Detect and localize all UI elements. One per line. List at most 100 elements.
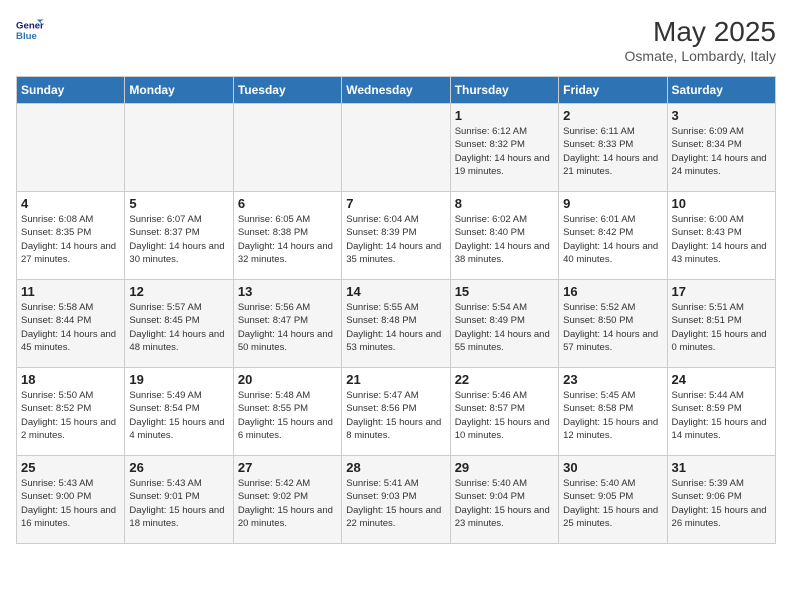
cell-info: Sunrise: 5:47 AM Sunset: 8:56 PM Dayligh…: [346, 389, 445, 442]
calendar-header-row: SundayMondayTuesdayWednesdayThursdayFrid…: [17, 77, 776, 104]
cell-info: Sunrise: 6:11 AM Sunset: 8:33 PM Dayligh…: [563, 125, 662, 178]
calendar-cell: 31Sunrise: 5:39 AM Sunset: 9:06 PM Dayli…: [667, 456, 775, 544]
cell-info: Sunrise: 5:41 AM Sunset: 9:03 PM Dayligh…: [346, 477, 445, 530]
calendar-cell: 9 Sunrise: 6:01 AM Sunset: 8:42 PM Daylig…: [559, 192, 667, 280]
calendar-cell: 12 Sunrise: 5:57 AM Sunset: 8:45 PM Dayli…: [125, 280, 233, 368]
day-number: 25: [21, 460, 120, 475]
location: Osmate, Lombardy, Italy: [625, 48, 776, 64]
day-number: 20: [238, 372, 337, 387]
week-row-4: 25 Sunrise: 5:43 AM Sunset: 9:00 PM Dayli…: [17, 456, 776, 544]
cell-info: Sunrise: 6:07 AM Sunset: 8:37 PM Dayligh…: [129, 213, 228, 266]
calendar-cell: 22Sunrise: 5:46 AM Sunset: 8:57 PM Dayli…: [450, 368, 558, 456]
logo: General Blue: [16, 16, 44, 44]
cell-info: Sunrise: 5:58 AM Sunset: 8:44 PM Dayligh…: [21, 301, 120, 354]
header-sunday: Sunday: [17, 77, 125, 104]
calendar-cell: 30 Sunrise: 5:40 AM Sunset: 9:05 PM Dayli…: [559, 456, 667, 544]
header-monday: Monday: [125, 77, 233, 104]
cell-info: Sunrise: 5:43 AM Sunset: 9:00 PM Dayligh…: [21, 477, 120, 530]
calendar-cell: 5 Sunrise: 6:07 AM Sunset: 8:37 PM Daylig…: [125, 192, 233, 280]
calendar-cell: 24 Sunrise: 5:44 AM Sunset: 8:59 PM Dayli…: [667, 368, 775, 456]
cell-info: Sunrise: 6:08 AM Sunset: 8:35 PM Dayligh…: [21, 213, 120, 266]
calendar-cell: 2 Sunrise: 6:11 AM Sunset: 8:33 PM Daylig…: [559, 104, 667, 192]
calendar-cell: 4 Sunrise: 6:08 AM Sunset: 8:35 PM Daylig…: [17, 192, 125, 280]
day-number: 17: [672, 284, 771, 299]
page-header: General Blue May 2025 Osmate, Lombardy, …: [16, 16, 776, 64]
day-number: 4: [21, 196, 120, 211]
day-number: 29: [455, 460, 554, 475]
day-number: 6: [238, 196, 337, 211]
cell-info: Sunrise: 5:55 AM Sunset: 8:48 PM Dayligh…: [346, 301, 445, 354]
calendar-cell: 10 Sunrise: 6:00 AM Sunset: 8:43 PM Dayli…: [667, 192, 775, 280]
calendar-cell: 26Sunrise: 5:43 AM Sunset: 9:01 PM Dayli…: [125, 456, 233, 544]
cell-info: Sunrise: 5:40 AM Sunset: 9:05 PM Dayligh…: [563, 477, 662, 530]
calendar-cell: 21 Sunrise: 5:47 AM Sunset: 8:56 PM Dayli…: [342, 368, 450, 456]
day-number: 5: [129, 196, 228, 211]
calendar-cell: 17 Sunrise: 5:51 AM Sunset: 8:51 PM Dayli…: [667, 280, 775, 368]
day-number: 21: [346, 372, 445, 387]
day-number: 18: [21, 372, 120, 387]
header-wednesday: Wednesday: [342, 77, 450, 104]
day-number: 14: [346, 284, 445, 299]
calendar-cell: [342, 104, 450, 192]
calendar-cell: 13Sunrise: 5:56 AM Sunset: 8:47 PM Dayli…: [233, 280, 341, 368]
calendar-cell: 1 Sunrise: 6:12 AM Sunset: 8:32 PM Daylig…: [450, 104, 558, 192]
cell-info: Sunrise: 5:48 AM Sunset: 8:55 PM Dayligh…: [238, 389, 337, 442]
calendar-table: SundayMondayTuesdayWednesdayThursdayFrid…: [16, 76, 776, 544]
cell-info: Sunrise: 5:57 AM Sunset: 8:45 PM Dayligh…: [129, 301, 228, 354]
day-number: 19: [129, 372, 228, 387]
cell-info: Sunrise: 6:00 AM Sunset: 8:43 PM Dayligh…: [672, 213, 771, 266]
day-number: 9: [563, 196, 662, 211]
calendar-cell: 15 Sunrise: 5:54 AM Sunset: 8:49 PM Dayli…: [450, 280, 558, 368]
cell-info: Sunrise: 5:49 AM Sunset: 8:54 PM Dayligh…: [129, 389, 228, 442]
svg-text:Blue: Blue: [16, 31, 37, 42]
week-row-1: 4 Sunrise: 6:08 AM Sunset: 8:35 PM Daylig…: [17, 192, 776, 280]
cell-info: Sunrise: 6:09 AM Sunset: 8:34 PM Dayligh…: [672, 125, 771, 178]
calendar-cell: 8Sunrise: 6:02 AM Sunset: 8:40 PM Daylig…: [450, 192, 558, 280]
calendar-cell: 25 Sunrise: 5:43 AM Sunset: 9:00 PM Dayli…: [17, 456, 125, 544]
cell-info: Sunrise: 6:01 AM Sunset: 8:42 PM Dayligh…: [563, 213, 662, 266]
calendar-cell: 29 Sunrise: 5:40 AM Sunset: 9:04 PM Dayli…: [450, 456, 558, 544]
day-number: 8: [455, 196, 554, 211]
day-number: 30: [563, 460, 662, 475]
day-number: 7: [346, 196, 445, 211]
day-number: 27: [238, 460, 337, 475]
day-number: 28: [346, 460, 445, 475]
title-block: May 2025 Osmate, Lombardy, Italy: [625, 16, 776, 64]
cell-info: Sunrise: 5:40 AM Sunset: 9:04 PM Dayligh…: [455, 477, 554, 530]
day-number: 12: [129, 284, 228, 299]
day-number: 15: [455, 284, 554, 299]
calendar-cell: [17, 104, 125, 192]
day-number: 3: [672, 108, 771, 123]
calendar-cell: 11 Sunrise: 5:58 AM Sunset: 8:44 PM Dayli…: [17, 280, 125, 368]
logo-icon: General Blue: [16, 16, 44, 44]
day-number: 11: [21, 284, 120, 299]
day-number: 16: [563, 284, 662, 299]
calendar-cell: [125, 104, 233, 192]
day-number: 10: [672, 196, 771, 211]
header-saturday: Saturday: [667, 77, 775, 104]
cell-info: Sunrise: 5:45 AM Sunset: 8:58 PM Dayligh…: [563, 389, 662, 442]
calendar-cell: 3 Sunrise: 6:09 AM Sunset: 8:34 PM Daylig…: [667, 104, 775, 192]
calendar-cell: 19 Sunrise: 5:49 AM Sunset: 8:54 PM Dayli…: [125, 368, 233, 456]
day-number: 2: [563, 108, 662, 123]
header-friday: Friday: [559, 77, 667, 104]
cell-info: Sunrise: 5:39 AM Sunset: 9:06 PM Dayligh…: [672, 477, 771, 530]
cell-info: Sunrise: 5:54 AM Sunset: 8:49 PM Dayligh…: [455, 301, 554, 354]
header-tuesday: Tuesday: [233, 77, 341, 104]
cell-info: Sunrise: 6:05 AM Sunset: 8:38 PM Dayligh…: [238, 213, 337, 266]
month-year: May 2025: [625, 16, 776, 48]
header-thursday: Thursday: [450, 77, 558, 104]
week-row-3: 18Sunrise: 5:50 AM Sunset: 8:52 PM Dayli…: [17, 368, 776, 456]
cell-info: Sunrise: 6:12 AM Sunset: 8:32 PM Dayligh…: [455, 125, 554, 178]
calendar-cell: 7Sunrise: 6:04 AM Sunset: 8:39 PM Daylig…: [342, 192, 450, 280]
day-number: 24: [672, 372, 771, 387]
cell-info: Sunrise: 5:51 AM Sunset: 8:51 PM Dayligh…: [672, 301, 771, 354]
day-number: 1: [455, 108, 554, 123]
calendar-cell: 28 Sunrise: 5:41 AM Sunset: 9:03 PM Dayli…: [342, 456, 450, 544]
cell-info: Sunrise: 5:46 AM Sunset: 8:57 PM Dayligh…: [455, 389, 554, 442]
calendar-cell: 20 Sunrise: 5:48 AM Sunset: 8:55 PM Dayli…: [233, 368, 341, 456]
calendar-cell: 27Sunrise: 5:42 AM Sunset: 9:02 PM Dayli…: [233, 456, 341, 544]
calendar-cell: 6 Sunrise: 6:05 AM Sunset: 8:38 PM Daylig…: [233, 192, 341, 280]
cell-info: Sunrise: 5:44 AM Sunset: 8:59 PM Dayligh…: [672, 389, 771, 442]
cell-info: Sunrise: 5:43 AM Sunset: 9:01 PM Dayligh…: [129, 477, 228, 530]
